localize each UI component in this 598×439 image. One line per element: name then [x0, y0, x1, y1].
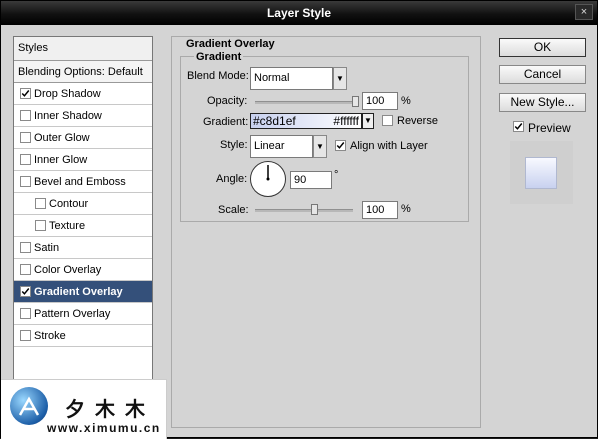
gradient-dropdown-icon[interactable]: ▼ — [362, 113, 374, 129]
styles-list: Styles Blending Options: Default Drop Sh… — [13, 36, 153, 428]
style-item-checkbox[interactable] — [35, 198, 46, 209]
opacity-input[interactable]: 100 — [362, 92, 398, 110]
subgroup-title: Gradient — [194, 51, 244, 63]
scale-input[interactable]: 100 — [362, 201, 398, 219]
opacity-label: Opacity: — [207, 95, 248, 107]
style-item[interactable]: Bevel and Emboss — [14, 171, 152, 193]
gradient-picker[interactable]: #c8d1ef #ffffff — [250, 113, 362, 129]
style-item[interactable]: Inner Shadow — [14, 105, 152, 127]
style-item-checkbox[interactable] — [20, 176, 31, 187]
angle-dial[interactable] — [250, 161, 286, 197]
style-item-label: Satin — [34, 242, 60, 254]
scale-unit: % — [401, 203, 411, 215]
style-item-checkbox[interactable] — [20, 132, 31, 143]
style-item[interactable]: Outer Glow — [14, 127, 152, 149]
gradient-start-color: #c8d1ef — [253, 114, 296, 128]
style-item-label: Bevel and Emboss — [34, 176, 126, 188]
window-title: Layer Style — [266, 6, 332, 20]
group-title: Gradient Overlay — [184, 38, 277, 50]
angle-dial-icon — [266, 165, 270, 181]
opacity-unit: % — [401, 95, 411, 107]
reverse-checkbox[interactable] — [382, 115, 393, 126]
style-item[interactable]: Stroke — [14, 325, 152, 347]
style-item[interactable]: Contour — [14, 193, 152, 215]
style-item-label: Inner Shadow — [34, 110, 102, 122]
style-item[interactable]: Color Overlay — [14, 259, 152, 281]
style-item-label: Inner Glow — [34, 154, 88, 166]
style-items: Drop Shadow Inner Shadow Outer Glow Inner G… — [14, 83, 152, 347]
align-with-layer-checkbox[interactable] — [335, 140, 346, 151]
scale-slider-thumb[interactable] — [310, 204, 318, 215]
style-item[interactable]: Inner Glow — [14, 149, 152, 171]
style-item-checkbox[interactable] — [20, 308, 31, 319]
style-item-label: Color Overlay — [34, 264, 102, 276]
style-item-label: Gradient Overlay — [34, 286, 123, 298]
style-label: Style: — [220, 139, 248, 151]
style-item-checkbox[interactable] — [20, 110, 31, 121]
cancel-button[interactable]: Cancel — [499, 65, 586, 84]
gradient-label: Gradient: — [203, 116, 249, 128]
style-item-checkbox[interactable] — [20, 264, 31, 275]
style-item-label: Texture — [49, 220, 86, 232]
layer-style-dialog: Layer Style × Styles Blending Options: D… — [0, 0, 598, 439]
style-dropdown-icon[interactable]: ▼ — [313, 135, 327, 158]
watermark-url: www.ximumu.cn — [47, 421, 161, 435]
style-item-label: Stroke — [34, 330, 66, 342]
gradient-end-color: #ffffff — [333, 114, 359, 128]
new-style-button[interactable]: New Style... — [499, 93, 586, 112]
ok-button[interactable]: OK — [499, 38, 586, 57]
styles-header[interactable]: Styles — [14, 37, 152, 61]
align-with-layer-label: Align with Layer — [350, 140, 428, 152]
angle-label: Angle: — [216, 173, 248, 185]
style-item-label: Pattern Overlay — [34, 308, 111, 320]
style-item-checkbox[interactable] — [20, 242, 31, 253]
reverse-label: Reverse — [397, 115, 438, 127]
style-item-checkbox[interactable] — [35, 220, 46, 231]
opacity-slider-thumb[interactable] — [352, 96, 359, 107]
close-button[interactable]: × — [575, 4, 593, 20]
blend-mode-select[interactable]: Normal — [250, 67, 333, 90]
blending-options-item[interactable]: Blending Options: Default — [14, 61, 152, 83]
style-item-checkbox[interactable] — [20, 330, 31, 341]
title-bar[interactable]: Layer Style — [1, 1, 597, 25]
style-item-checkbox[interactable] — [20, 88, 31, 99]
scale-slider-track[interactable] — [255, 209, 353, 212]
preview-swatch — [525, 157, 557, 189]
preview-checkbox[interactable] — [513, 121, 524, 132]
style-item-label: Drop Shadow — [34, 88, 101, 100]
logo-glyph-icon — [18, 396, 40, 416]
preview-label: Preview — [528, 121, 571, 135]
style-item[interactable]: Texture — [14, 215, 152, 237]
blend-mode-label: Blend Mode: — [187, 70, 249, 82]
angle-input[interactable]: 90 — [290, 171, 332, 189]
style-item[interactable]: Gradient Overlay — [14, 281, 152, 303]
style-item[interactable]: Pattern Overlay — [14, 303, 152, 325]
style-item-checkbox[interactable] — [20, 154, 31, 165]
opacity-slider-track[interactable] — [255, 101, 355, 104]
style-item-label: Outer Glow — [34, 132, 90, 144]
style-item[interactable]: Satin — [14, 237, 152, 259]
watermark-site-name: 夕木木 — [65, 397, 155, 421]
scale-label: Scale: — [218, 204, 249, 216]
style-select[interactable]: Linear — [250, 135, 313, 158]
style-item-label: Contour — [49, 198, 89, 210]
style-item-checkbox[interactable] — [20, 286, 31, 297]
style-item[interactable]: Drop Shadow — [14, 83, 152, 105]
ximumu-logo-icon — [10, 387, 48, 425]
angle-unit: ° — [334, 169, 339, 181]
blend-mode-dropdown-icon[interactable]: ▼ — [333, 67, 347, 90]
